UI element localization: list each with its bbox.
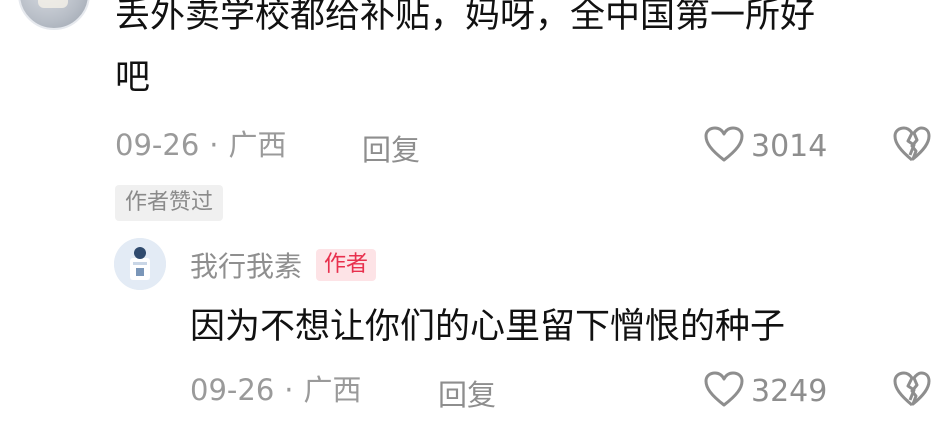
meta-separator: · — [209, 128, 219, 162]
reply-date: 09-26 — [190, 373, 275, 407]
reply-button[interactable]: 回复 — [362, 127, 420, 169]
comment-date: 09-26 — [115, 128, 200, 162]
reply-reply-button[interactable]: 回复 — [438, 372, 496, 414]
like-count: 3014 — [751, 128, 828, 164]
commenter-avatar[interactable] — [18, 0, 90, 30]
reply-dislike-button[interactable] — [892, 370, 932, 412]
meta-separator: · — [284, 373, 294, 407]
heart-outline-icon — [703, 370, 745, 412]
reply-like-count: 3249 — [751, 373, 828, 409]
reply-location: 广西 — [303, 373, 362, 407]
broken-heart-icon — [892, 126, 932, 167]
reply-meta: 09-26 · 广西 — [190, 372, 362, 408]
author-badge: 作者 — [316, 249, 377, 281]
reply-avatar[interactable] — [114, 238, 166, 290]
reply-like-button[interactable]: 3249 — [703, 370, 827, 412]
broken-heart-icon — [892, 371, 932, 412]
like-button[interactable]: 3014 — [703, 125, 827, 167]
comment-text-line2: 吧 — [115, 58, 151, 98]
reply-text: 因为不想让你们的心里留下憎恨的种子 — [190, 307, 786, 347]
comment-location: 广西 — [228, 128, 287, 162]
liked-by-author-tag: 作者赞过 — [115, 185, 224, 221]
reply-username[interactable]: 我行我素 — [190, 245, 302, 285]
comment-text-line1: 丢外卖学校都给补贴，妈呀，全中国第一所好 — [115, 0, 816, 36]
reply-header: 我行我素 作者 — [190, 245, 377, 285]
heart-outline-icon — [703, 125, 745, 167]
comment-meta: 09-26 · 广西 — [115, 127, 287, 163]
dislike-button[interactable] — [892, 125, 932, 167]
